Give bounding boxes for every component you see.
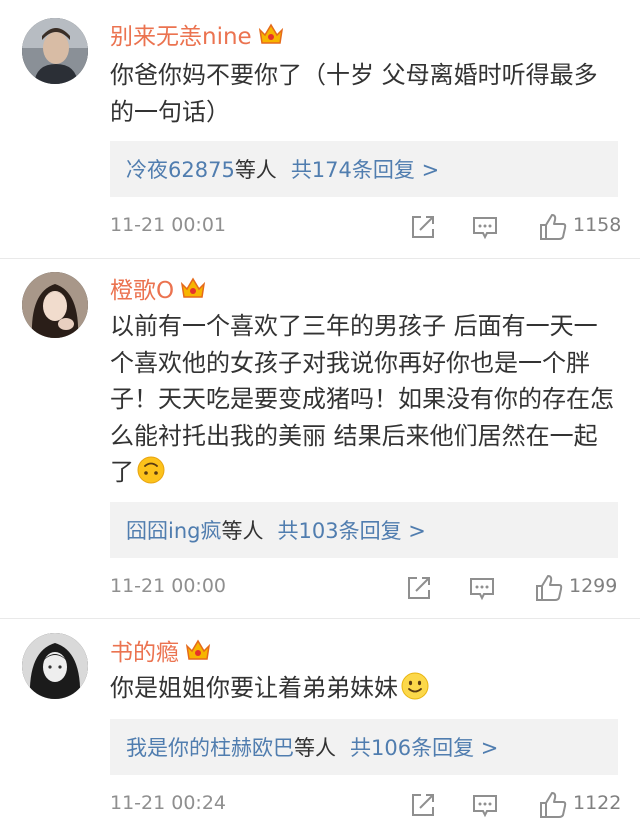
- comment-time: 11-21 00:00: [110, 575, 227, 597]
- like-count: 1122: [573, 792, 622, 814]
- like-icon[interactable]: [538, 212, 568, 242]
- username-row: 橙歌O: [110, 272, 206, 304]
- username-row: 书的瘾: [110, 634, 211, 666]
- comment-icon[interactable]: [470, 212, 500, 242]
- reply-count[interactable]: 共106条回复 >: [350, 732, 498, 762]
- repost-icon[interactable]: [408, 212, 438, 242]
- avatar[interactable]: [22, 18, 88, 84]
- reply-users[interactable]: 我是你的柱赫欧巴: [126, 732, 294, 762]
- repost-icon[interactable]: [408, 790, 438, 820]
- comment-icon[interactable]: [470, 790, 500, 820]
- comment-item: 橙歌O 以前有一个喜欢了三年的男孩子 后面有一天一个喜欢他的女孩子对我说你再好你…: [0, 259, 640, 618]
- reply-summary-link[interactable]: 我是你的柱赫欧巴 等人 共106条回复 >: [110, 719, 618, 775]
- reply-users[interactable]: 囧囧ing疯: [126, 515, 221, 545]
- comment-icon[interactable]: [467, 573, 497, 603]
- username[interactable]: 橙歌O: [110, 271, 174, 305]
- comment-text: 你是姐姐你要让着弟弟妹妹: [110, 670, 620, 707]
- comment-item: 别来无恙nine 你爸你妈不要你了（十岁 父母离婚时听得最多的一句话） 冷夜62…: [0, 0, 640, 258]
- username[interactable]: 书的瘾: [110, 633, 179, 667]
- comment-item: 书的瘾 你是姐姐你要让着弟弟妹妹 我是你的柱赫欧巴 等人 共106条回复 > 11-…: [0, 619, 640, 840]
- reply-summary-link[interactable]: 囧囧ing疯 等人 共103条回复 >: [110, 502, 618, 558]
- reply-others: 等人: [221, 519, 264, 543]
- comment-time: 11-21 00:01: [110, 214, 227, 236]
- comment-text: 你爸你妈不要你了（十岁 父母离婚时听得最多的一句话）: [110, 61, 598, 126]
- comment-time: 11-21 00:24: [110, 792, 227, 814]
- comment-text: 以前有一个喜欢了三年的男孩子 后面有一天一个喜欢他的女孩子对我说你再好你也是一个…: [110, 312, 614, 486]
- repost-icon[interactable]: [404, 573, 434, 603]
- like-icon[interactable]: [534, 573, 564, 603]
- vip-crown-icon: [258, 22, 284, 46]
- reply-others: 等人: [294, 736, 336, 760]
- comment-footer: 11-21 00:24 1122: [110, 785, 622, 825]
- avatar[interactable]: [22, 272, 88, 338]
- comment-footer: 11-21 00:01 1158: [110, 207, 622, 247]
- like-count: 1299: [569, 575, 618, 597]
- smile-face-emoji: [400, 671, 430, 701]
- upside-down-face-emoji: [136, 455, 166, 485]
- like-count: 1158: [573, 214, 622, 236]
- reply-count[interactable]: 共103条回复 >: [277, 515, 425, 545]
- username[interactable]: 别来无恙nine: [110, 17, 252, 51]
- username-row: 别来无恙nine: [110, 18, 284, 50]
- reply-users[interactable]: 冷夜62875: [126, 154, 235, 184]
- avatar[interactable]: [22, 633, 88, 699]
- reply-summary-link[interactable]: 冷夜62875 等人 共174条回复 >: [110, 141, 618, 197]
- reply-others: 等人: [234, 158, 277, 182]
- vip-crown-icon: [180, 276, 206, 300]
- reply-count[interactable]: 共174条回复 >: [291, 154, 439, 184]
- like-icon[interactable]: [538, 790, 568, 820]
- comment-footer: 11-21 00:00 1299: [110, 568, 620, 608]
- vip-crown-icon: [185, 638, 211, 662]
